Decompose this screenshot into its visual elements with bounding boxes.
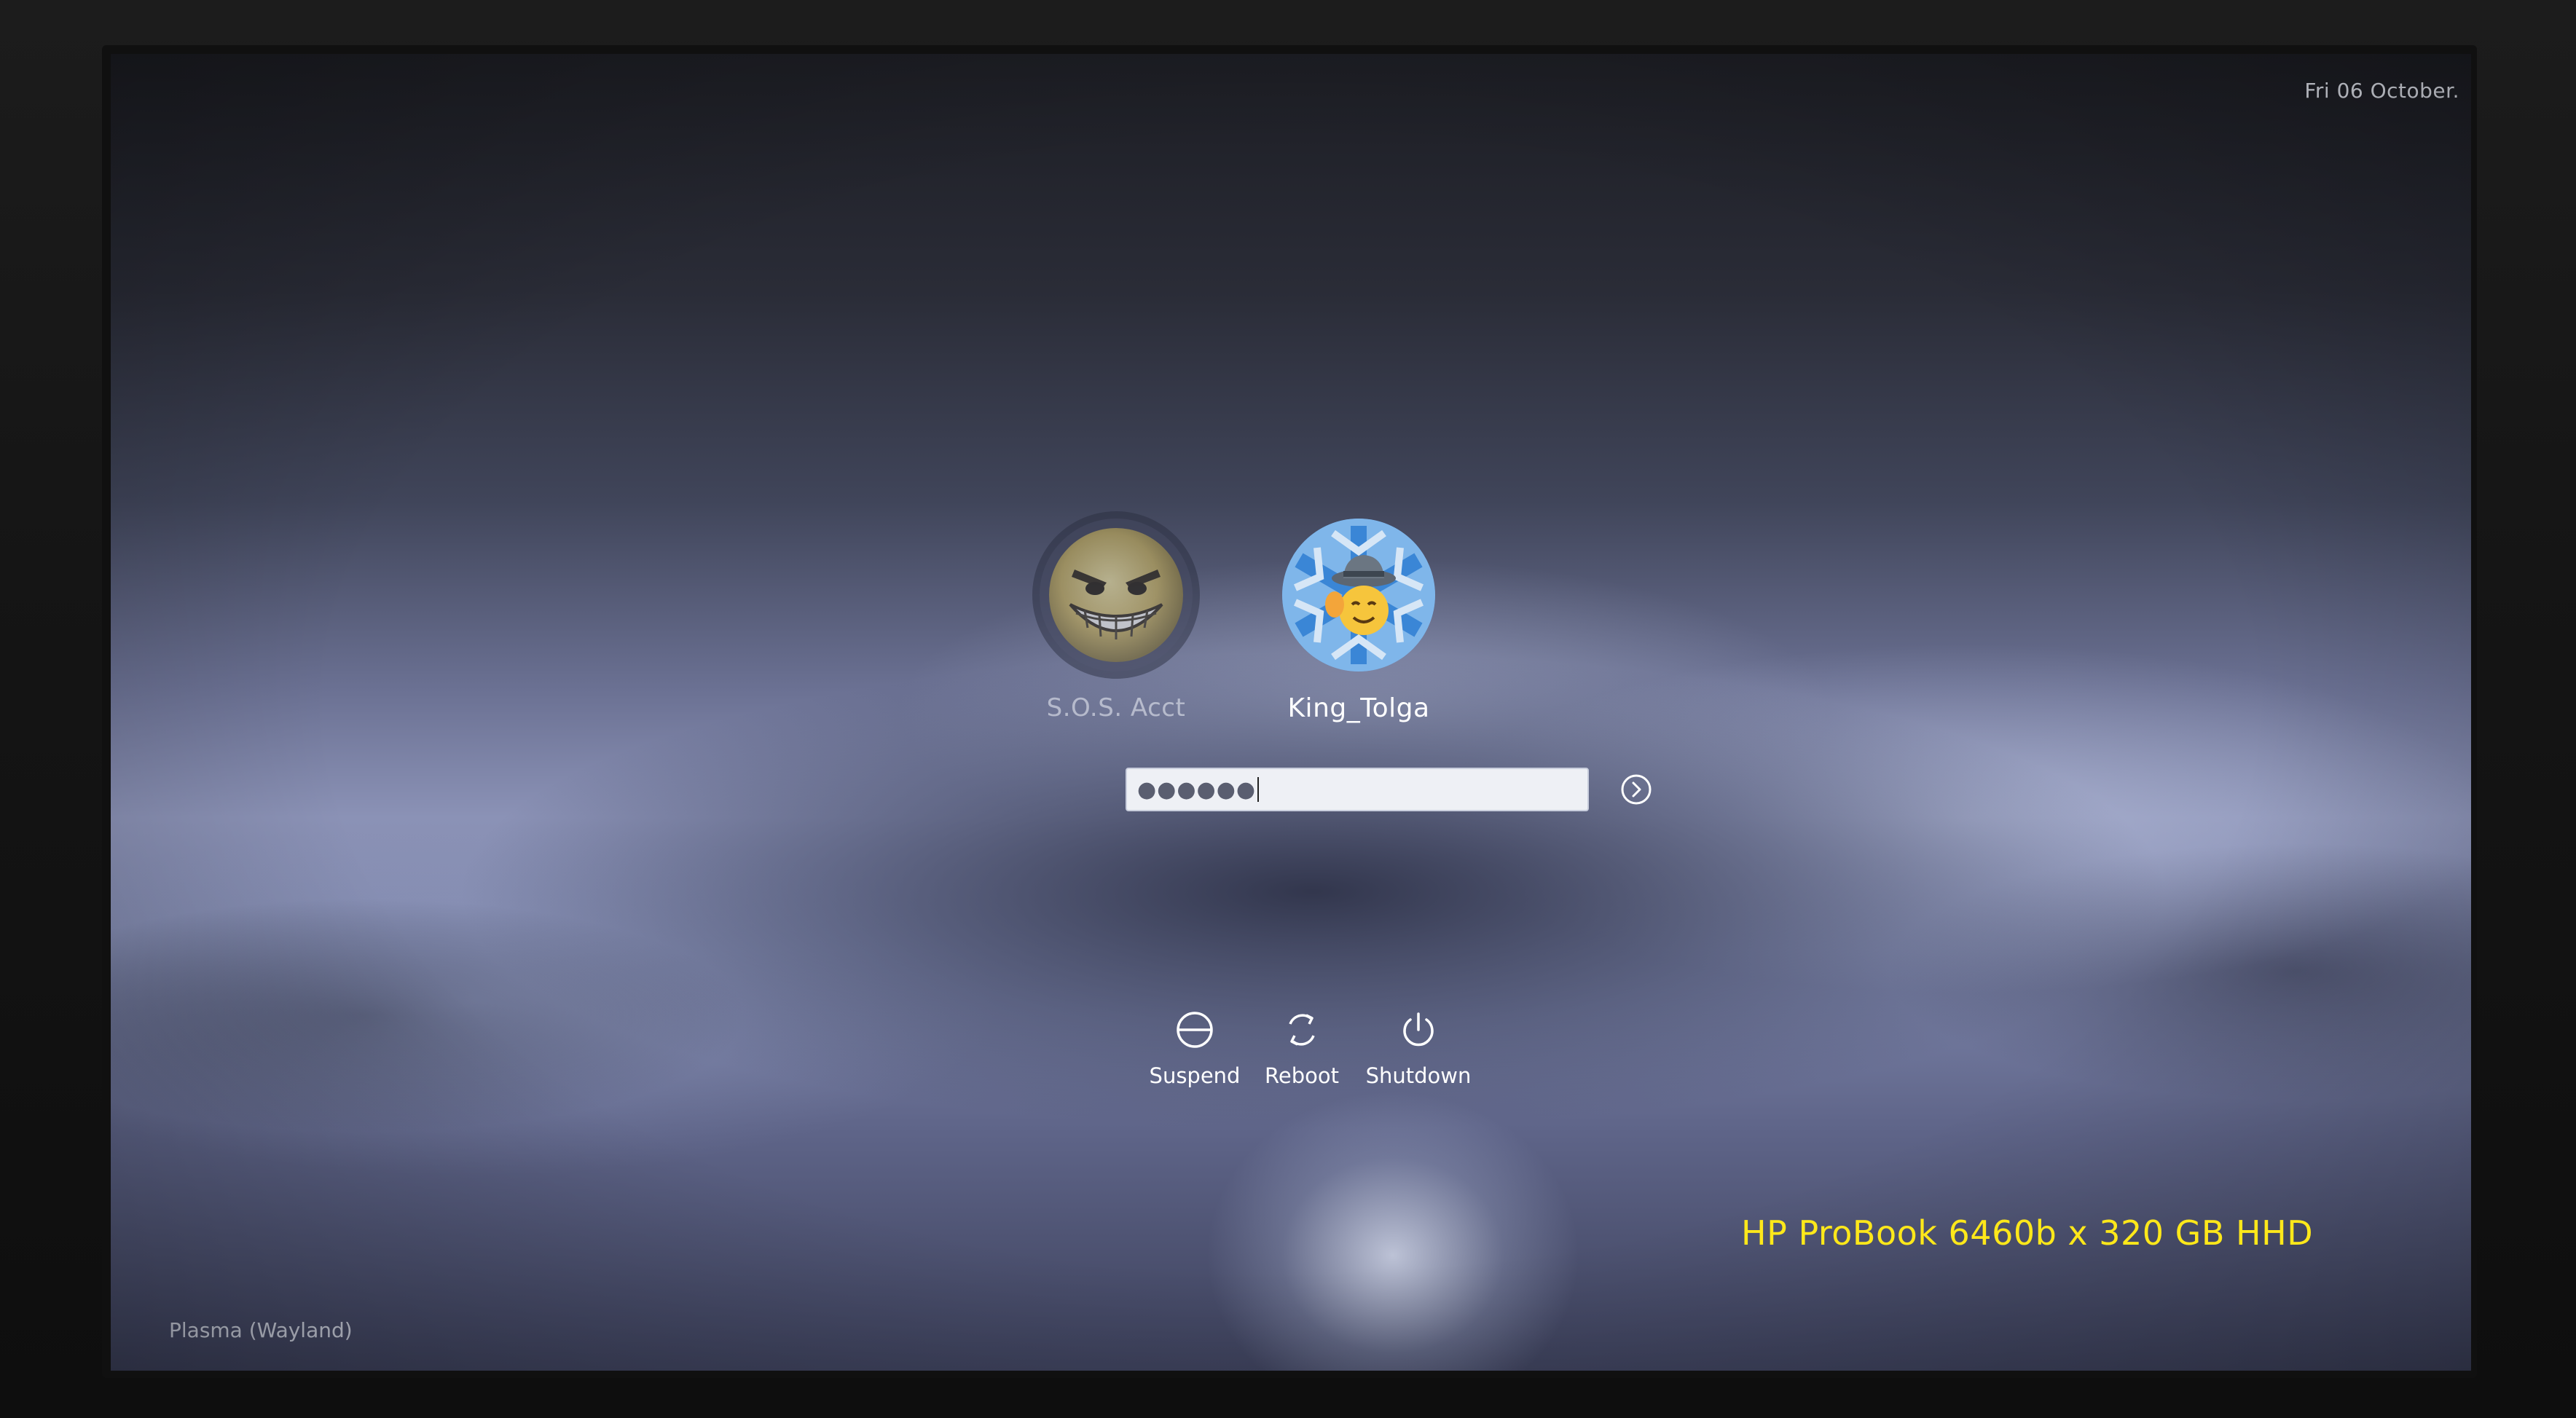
power-icon [1397,1008,1440,1052]
user-name: King_Tolga [1287,693,1430,723]
watermark-caption: HP ProBook 6460b x 320 GB HHD [1741,1213,2314,1253]
text-caret [1257,777,1260,802]
reboot-button[interactable]: Reboot [1240,1008,1364,1088]
user-item-sos-acct[interactable]: S.O.S. Acct [1021,519,1211,722]
suspend-label: Suspend [1149,1063,1241,1088]
login-button[interactable] [1619,772,1654,807]
suspend-icon [1173,1008,1217,1052]
reboot-label: Reboot [1265,1063,1339,1088]
login-screen: Fri 06 October. S.O.S. Acct King_Tolga ●… [111,54,2471,1371]
suspend-button[interactable]: Suspend [1133,1008,1257,1088]
reboot-icon [1280,1008,1324,1052]
grinning-face-icon [1040,519,1193,671]
user-item-king-tolga[interactable]: King_Tolga [1264,519,1453,723]
shutdown-button[interactable]: Shutdown [1356,1008,1480,1088]
session-selector[interactable]: Plasma (Wayland) [169,1318,353,1342]
arrow-right-circle-icon [1621,774,1652,805]
shutdown-label: Shutdown [1365,1063,1472,1088]
password-dots: ●●●●●● [1137,776,1257,803]
snowflake-avatar-icon [1282,519,1435,671]
password-input[interactable]: ●●●●●● [1126,768,1589,811]
clock-label: Fri 06 October. [2304,79,2459,103]
user-name: S.O.S. Acct [1046,693,1186,722]
